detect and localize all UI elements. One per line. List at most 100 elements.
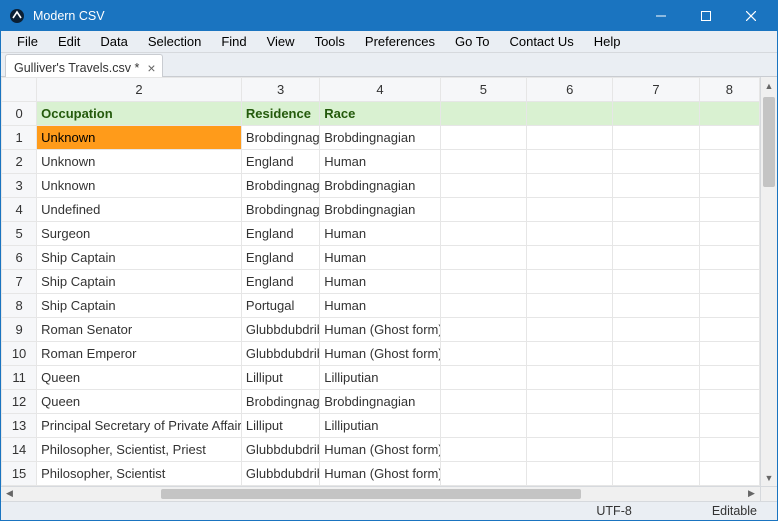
cell[interactable] <box>527 390 613 414</box>
cell[interactable]: Philosopher, Scientist, Priest <box>37 438 242 462</box>
cell[interactable]: England <box>241 270 319 294</box>
cell[interactable]: Undefined <box>37 198 242 222</box>
cell[interactable] <box>440 126 526 150</box>
cell[interactable] <box>527 198 613 222</box>
cell[interactable] <box>699 438 759 462</box>
cell[interactable] <box>699 126 759 150</box>
cell[interactable]: Unknown <box>37 126 242 150</box>
cell[interactable]: England <box>241 246 319 270</box>
cell[interactable] <box>527 150 613 174</box>
cell[interactable] <box>613 342 699 366</box>
cell[interactable]: Unknown <box>37 150 242 174</box>
cell[interactable]: Queen <box>37 390 242 414</box>
minimize-button[interactable] <box>638 1 683 31</box>
cell[interactable]: Human <box>320 150 440 174</box>
cell[interactable] <box>440 246 526 270</box>
column-header[interactable]: 4 <box>320 78 440 102</box>
cell[interactable]: Ship Captain <box>37 294 242 318</box>
row-header[interactable]: 7 <box>2 270 37 294</box>
cell[interactable] <box>527 414 613 438</box>
cell[interactable]: Brobdingnag <box>241 126 319 150</box>
cell[interactable] <box>613 414 699 438</box>
cell[interactable] <box>699 462 759 486</box>
cell[interactable]: Brobdingnag <box>241 198 319 222</box>
cell[interactable] <box>699 366 759 390</box>
row-header[interactable]: 0 <box>2 102 37 126</box>
menu-contact[interactable]: Contact Us <box>499 31 583 52</box>
cell[interactable] <box>699 318 759 342</box>
menu-edit[interactable]: Edit <box>48 31 90 52</box>
vertical-scrollbar[interactable]: ▲ ▼ <box>760 77 777 486</box>
cell[interactable]: England <box>241 150 319 174</box>
cell[interactable]: Race <box>320 102 440 126</box>
cell[interactable]: Human <box>320 270 440 294</box>
row-header[interactable]: 6 <box>2 246 37 270</box>
row-header[interactable]: 10 <box>2 342 37 366</box>
column-header[interactable]: 5 <box>440 78 526 102</box>
cell[interactable] <box>699 342 759 366</box>
cell[interactable] <box>613 366 699 390</box>
row-header[interactable]: 9 <box>2 318 37 342</box>
cell[interactable]: Occupation <box>37 102 242 126</box>
cell[interactable] <box>440 438 526 462</box>
cell[interactable]: Brobdingnag <box>241 174 319 198</box>
cell[interactable] <box>440 174 526 198</box>
cell[interactable] <box>613 318 699 342</box>
scroll-up-icon[interactable]: ▲ <box>761 77 777 94</box>
cell[interactable] <box>699 294 759 318</box>
cell[interactable] <box>527 102 613 126</box>
cell[interactable] <box>440 390 526 414</box>
row-header[interactable]: 2 <box>2 150 37 174</box>
cell[interactable]: Glubbdubdrib <box>241 318 319 342</box>
cell[interactable] <box>699 414 759 438</box>
cell[interactable]: Human (Ghost form) <box>320 438 440 462</box>
cell[interactable] <box>527 246 613 270</box>
cell[interactable] <box>527 270 613 294</box>
menu-help[interactable]: Help <box>584 31 631 52</box>
cell[interactable] <box>440 150 526 174</box>
cell[interactable]: Roman Emperor <box>37 342 242 366</box>
cell[interactable]: Residence <box>241 102 319 126</box>
cell[interactable] <box>440 198 526 222</box>
cell[interactable] <box>527 126 613 150</box>
column-header[interactable]: 6 <box>527 78 613 102</box>
column-header[interactable]: 8 <box>699 78 759 102</box>
cell[interactable] <box>440 102 526 126</box>
cell[interactable]: Human (Ghost form) <box>320 342 440 366</box>
row-header[interactable]: 4 <box>2 198 37 222</box>
cell[interactable] <box>699 390 759 414</box>
tab-close-icon[interactable]: × <box>147 61 155 75</box>
cell[interactable] <box>613 462 699 486</box>
cell[interactable] <box>527 174 613 198</box>
cell[interactable] <box>613 126 699 150</box>
cell[interactable]: Brobdingnag <box>241 390 319 414</box>
cell[interactable] <box>527 318 613 342</box>
column-header[interactable]: 3 <box>241 78 319 102</box>
cell[interactable]: Lilliputian <box>320 366 440 390</box>
cell[interactable] <box>613 222 699 246</box>
maximize-button[interactable] <box>683 1 728 31</box>
vertical-scroll-thumb[interactable] <box>763 97 775 187</box>
cell[interactable]: Brobdingnagian <box>320 126 440 150</box>
cell[interactable] <box>699 174 759 198</box>
horizontal-scroll-thumb[interactable] <box>161 489 581 499</box>
cell[interactable]: Portugal <box>241 294 319 318</box>
cell[interactable] <box>613 246 699 270</box>
cell[interactable]: Glubbdubdrib <box>241 438 319 462</box>
cell[interactable]: Human <box>320 294 440 318</box>
cell[interactable] <box>527 294 613 318</box>
cell[interactable]: Surgeon <box>37 222 242 246</box>
row-header[interactable]: 1 <box>2 126 37 150</box>
cell[interactable] <box>699 198 759 222</box>
cell[interactable] <box>440 414 526 438</box>
menu-data[interactable]: Data <box>90 31 137 52</box>
row-header[interactable]: 5 <box>2 222 37 246</box>
cell[interactable] <box>613 294 699 318</box>
cell[interactable]: Glubbdubdrib <box>241 462 319 486</box>
cell[interactable] <box>440 222 526 246</box>
cell[interactable]: England <box>241 222 319 246</box>
cell[interactable]: Human (Ghost form) <box>320 462 440 486</box>
cell[interactable] <box>613 150 699 174</box>
cell[interactable] <box>527 462 613 486</box>
cell[interactable] <box>440 294 526 318</box>
